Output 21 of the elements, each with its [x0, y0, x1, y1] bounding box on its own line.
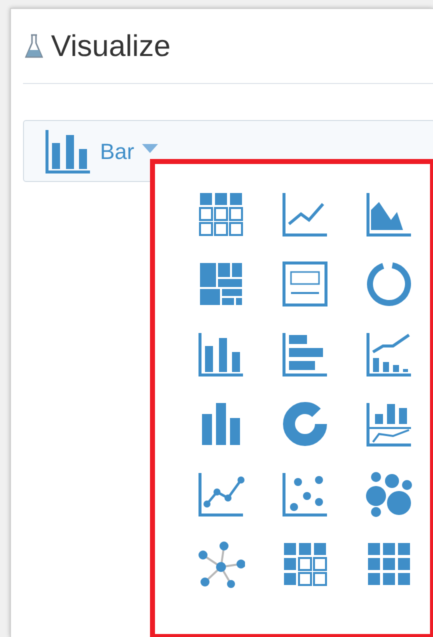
panel-title: Visualize	[51, 28, 171, 64]
number-tile-icon[interactable]	[281, 260, 329, 308]
bar-chart-icon[interactable]	[197, 330, 245, 378]
heat-map-icon[interactable]	[365, 540, 413, 588]
caret-icon	[142, 144, 158, 154]
treemap-icon[interactable]	[197, 260, 245, 308]
bar-line-combo-icon[interactable]	[365, 330, 413, 378]
bar-line-combo-icon[interactable]	[365, 400, 413, 448]
bubble-chart-icon[interactable]	[365, 470, 413, 518]
pivot-table-icon[interactable]	[281, 540, 329, 588]
donut-chart-icon[interactable]	[281, 400, 329, 448]
ring-icon[interactable]	[365, 260, 413, 308]
scatter-plot-icon[interactable]	[281, 470, 329, 518]
area-chart-icon[interactable]	[365, 190, 413, 238]
horizontal-bar-chart-icon[interactable]	[281, 330, 329, 378]
network-graph-icon[interactable]	[197, 540, 245, 588]
bar-chart-icon	[44, 127, 92, 175]
flask-icon	[25, 33, 43, 59]
table-icon[interactable]	[197, 190, 245, 238]
line-chart-icon[interactable]	[197, 470, 245, 518]
line-chart-icon[interactable]	[281, 190, 329, 238]
